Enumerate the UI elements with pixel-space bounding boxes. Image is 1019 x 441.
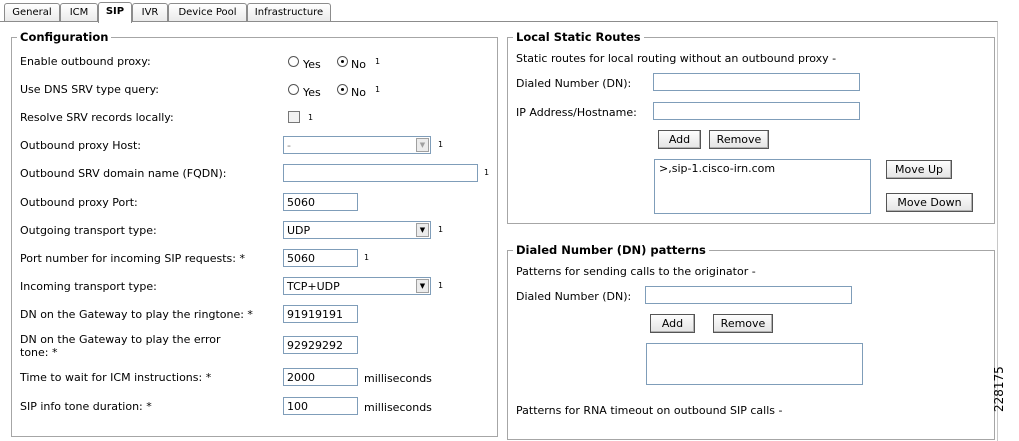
dn-patterns-description: Patterns for sending calls to the origin… bbox=[516, 265, 756, 278]
incoming-port-label: Port number for incoming SIP requests: * bbox=[20, 252, 245, 265]
figure-id: 228175 bbox=[992, 366, 1006, 412]
enable-outbound-proxy-label: Enable outbound proxy: bbox=[20, 55, 151, 68]
icm-wait-unit: milliseconds bbox=[364, 372, 432, 385]
routes-remove-button[interactable]: Remove bbox=[709, 130, 769, 149]
footnote-marker: 1 bbox=[438, 140, 444, 149]
outbound-srv-domain-input[interactable] bbox=[283, 164, 478, 182]
incoming-transport-select[interactable]: TCP+UDP ▼ bbox=[283, 277, 431, 295]
patterns-add-button[interactable]: Add bbox=[650, 314, 695, 333]
chevron-down-icon: ▼ bbox=[416, 279, 429, 293]
tab-device-pool[interactable]: Device Pool bbox=[168, 3, 247, 22]
chevron-down-icon: ▼ bbox=[416, 138, 429, 152]
list-item[interactable]: >,sip-1.cisco-irn.com bbox=[659, 162, 775, 175]
outbound-proxy-host-label: Outbound proxy Host: bbox=[20, 139, 141, 152]
tab-general[interactable]: General bbox=[4, 3, 60, 22]
ringtone-dn-label: DN on the Gateway to play the ringtone: … bbox=[20, 308, 253, 321]
footnote-marker: 1 bbox=[308, 113, 314, 122]
outgoing-transport-value: UDP bbox=[287, 224, 311, 237]
error-tone-dn-label: DN on the Gateway to play the error tone… bbox=[20, 333, 221, 359]
chevron-down-icon: ▼ bbox=[416, 223, 429, 237]
routes-add-button[interactable]: Add bbox=[658, 130, 701, 149]
outbound-proxy-host-select[interactable]: - ▼ bbox=[283, 136, 431, 154]
ringtone-dn-input[interactable] bbox=[283, 305, 358, 323]
footnote-marker: 1 bbox=[438, 281, 444, 290]
footnote-marker: 1 bbox=[375, 85, 381, 94]
resolve-srv-checkbox[interactable] bbox=[288, 111, 300, 123]
patterns-remove-button[interactable]: Remove bbox=[713, 314, 773, 333]
routes-listbox[interactable]: >,sip-1.cisco-irn.com bbox=[654, 159, 871, 214]
patterns-dn-input[interactable] bbox=[645, 286, 852, 304]
no-label: No bbox=[351, 58, 366, 71]
outgoing-transport-select[interactable]: UDP ▼ bbox=[283, 221, 431, 239]
outbound-proxy-host-value: - bbox=[287, 139, 291, 152]
outbound-proxy-port-input[interactable] bbox=[283, 193, 358, 211]
static-routes-description: Static routes for local routing without … bbox=[516, 52, 837, 65]
footnote-marker: 1 bbox=[484, 168, 490, 177]
configuration-legend: Configuration bbox=[17, 30, 112, 44]
enable-outbound-proxy-no-radio[interactable] bbox=[337, 56, 348, 67]
patterns-dn-label: Dialed Number (DN): bbox=[516, 290, 632, 303]
routes-ip-input[interactable] bbox=[653, 102, 860, 120]
yes-label: Yes bbox=[303, 86, 321, 99]
footnote-marker: 1 bbox=[375, 57, 381, 66]
tab-ivr[interactable]: IVR bbox=[132, 3, 168, 22]
icm-wait-label: Time to wait for ICM instructions: * bbox=[20, 371, 212, 384]
outbound-proxy-port-label: Outbound proxy Port: bbox=[20, 196, 138, 209]
routes-dn-input[interactable] bbox=[653, 73, 860, 91]
move-up-button[interactable]: Move Up bbox=[886, 160, 952, 179]
footnote-marker: 1 bbox=[364, 253, 370, 262]
enable-outbound-proxy-yes-radio[interactable] bbox=[288, 56, 299, 67]
sip-info-tone-input[interactable] bbox=[283, 397, 358, 415]
icm-wait-input[interactable] bbox=[283, 368, 358, 386]
incoming-transport-value: TCP+UDP bbox=[287, 280, 340, 293]
routes-dn-label: Dialed Number (DN): bbox=[516, 77, 632, 90]
sip-info-tone-unit: milliseconds bbox=[364, 401, 432, 414]
tab-infrastructure[interactable]: Infrastructure bbox=[247, 3, 331, 22]
yes-label: Yes bbox=[303, 58, 321, 71]
use-dns-srv-yes-radio[interactable] bbox=[288, 84, 299, 95]
outbound-srv-domain-label: Outbound SRV domain name (FQDN): bbox=[20, 167, 227, 180]
use-dns-srv-no-radio[interactable] bbox=[337, 84, 348, 95]
footnote-marker: 1 bbox=[438, 225, 444, 234]
resolve-srv-label: Resolve SRV records locally: bbox=[20, 111, 174, 124]
tab-sip[interactable]: SIP bbox=[98, 2, 132, 23]
error-tone-dn-input[interactable] bbox=[283, 336, 358, 354]
dn-patterns-legend: Dialed Number (DN) patterns bbox=[513, 243, 709, 257]
incoming-transport-label: Incoming transport type: bbox=[20, 280, 157, 293]
patterns-listbox[interactable] bbox=[646, 343, 863, 385]
no-label: No bbox=[351, 86, 366, 99]
use-dns-srv-label: Use DNS SRV type query: bbox=[20, 83, 159, 96]
tab-icm[interactable]: ICM bbox=[60, 3, 98, 22]
rna-description: Patterns for RNA timeout on outbound SIP… bbox=[516, 404, 783, 417]
outgoing-transport-label: Outgoing transport type: bbox=[20, 224, 157, 237]
incoming-port-input[interactable] bbox=[283, 249, 358, 267]
routes-ip-label: IP Address/Hostname: bbox=[516, 106, 637, 119]
local-static-routes-legend: Local Static Routes bbox=[513, 30, 644, 44]
move-down-button[interactable]: Move Down bbox=[886, 193, 973, 212]
sip-info-tone-label: SIP info tone duration: * bbox=[20, 400, 152, 413]
